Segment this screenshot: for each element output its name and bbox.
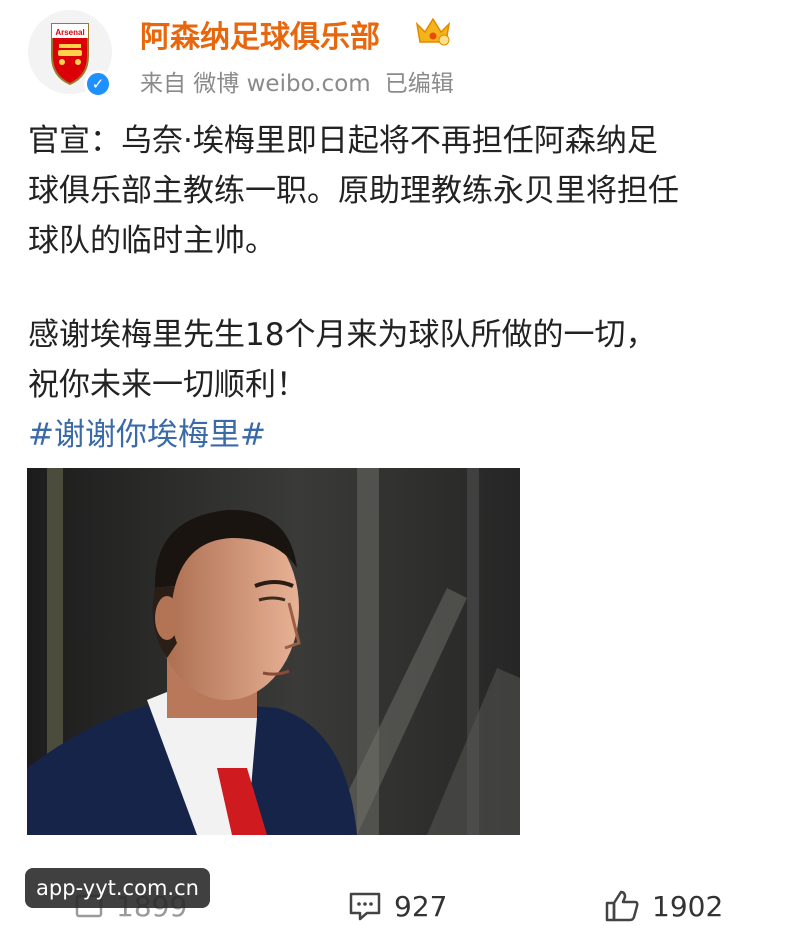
like-button[interactable]: 1902 [604, 886, 723, 926]
post-text-line: 祝你未来一切顺利！ [28, 367, 307, 403]
post-body: 官宣：乌奈·埃梅里即日起将不再担任阿森纳足 球俱乐部主教练一职。原助理教练永贝里… [28, 116, 788, 460]
comment-count: 927 [394, 889, 448, 923]
hashtag-link[interactable]: #谢谢你埃梅里# [28, 410, 788, 460]
post-text-line: 球俱乐部主教练一职。原助理教练永贝里将担任 [28, 173, 679, 209]
edited-label: 已编辑 [384, 71, 454, 97]
comment-icon [349, 892, 381, 921]
post-text-line: 官宣：乌奈·埃梅里即日起将不再担任阿森纳足 [28, 123, 658, 159]
post-source: 来自 微博 weibo.com [140, 71, 371, 97]
photo-illustration [27, 468, 520, 835]
crown-icon [415, 17, 451, 46]
post-image[interactable] [27, 468, 520, 835]
svg-text:Arsenal: Arsenal [55, 28, 84, 37]
comment-button[interactable]: 927 [348, 886, 447, 926]
thumbs-up-icon [605, 890, 639, 922]
verified-check-icon: ✓ [84, 70, 112, 98]
post-text-line: 感谢埃梅里先生18个月来为球队所做的一切， [28, 317, 657, 353]
account-name[interactable]: 阿森纳足球俱乐部 [140, 12, 380, 56]
post-meta: 来自 微博 weibo.com 已编辑 [140, 64, 454, 98]
weibo-post: Arsenal ✓ 阿森纳足球俱乐部 来自 微博 weibo.com 已编辑 官… [0, 0, 800, 934]
like-count: 1902 [652, 889, 724, 923]
watermark: app-yyt.com.cn [25, 868, 210, 908]
post-text-line: 球队的临时主帅。 [28, 223, 276, 259]
